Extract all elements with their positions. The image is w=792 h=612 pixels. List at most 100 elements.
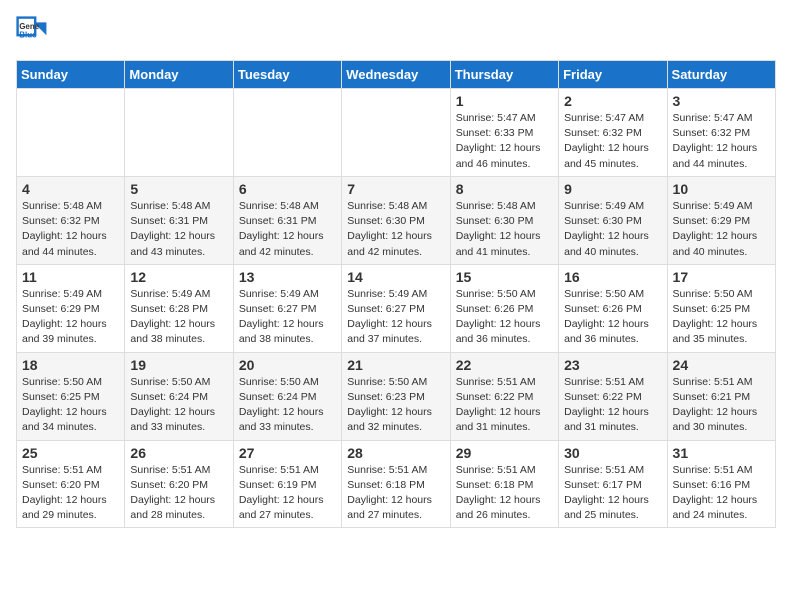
day-info: Sunrise: 5:50 AM Sunset: 6:26 PM Dayligh… [456,287,553,348]
calendar-week-row: 11 Sunrise: 5:49 AM Sunset: 6:29 PM Dayli… [17,264,776,352]
day-info: Sunrise: 5:51 AM Sunset: 6:18 PM Dayligh… [456,463,553,524]
col-header-friday: Friday [559,61,667,89]
day-info: Sunrise: 5:50 AM Sunset: 6:24 PM Dayligh… [239,375,336,436]
day-number: 29 [456,445,553,461]
day-info: Sunrise: 5:51 AM Sunset: 6:17 PM Dayligh… [564,463,661,524]
col-header-wednesday: Wednesday [342,61,450,89]
calendar-cell: 26 Sunrise: 5:51 AM Sunset: 6:20 PM Dayli… [125,440,233,528]
calendar-cell: 11 Sunrise: 5:49 AM Sunset: 6:29 PM Dayli… [17,264,125,352]
day-number: 6 [239,181,336,197]
calendar-cell: 8 Sunrise: 5:48 AM Sunset: 6:30 PM Daylig… [450,176,558,264]
col-header-saturday: Saturday [667,61,775,89]
svg-text:Blue: Blue [19,31,37,40]
page-header: Gene Blue [16,16,776,48]
day-number: 5 [130,181,227,197]
day-number: 8 [456,181,553,197]
day-number: 25 [22,445,119,461]
day-info: Sunrise: 5:47 AM Sunset: 6:32 PM Dayligh… [673,111,770,172]
day-number: 27 [239,445,336,461]
logo: Gene Blue [16,16,52,48]
calendar-cell [125,89,233,177]
calendar-cell: 31Sunrise: 5:51 AM Sunset: 6:16 PM Dayli… [667,440,775,528]
day-info: Sunrise: 5:50 AM Sunset: 6:26 PM Dayligh… [564,287,661,348]
day-info: Sunrise: 5:49 AM Sunset: 6:27 PM Dayligh… [239,287,336,348]
day-number: 18 [22,357,119,373]
calendar-cell: 27 Sunrise: 5:51 AM Sunset: 6:19 PM Dayli… [233,440,341,528]
calendar-cell: 17 Sunrise: 5:50 AM Sunset: 6:25 PM Dayli… [667,264,775,352]
day-info: Sunrise: 5:51 AM Sunset: 6:22 PM Dayligh… [456,375,553,436]
day-info: Sunrise: 5:51 AM Sunset: 6:20 PM Dayligh… [130,463,227,524]
day-number: 23 [564,357,661,373]
day-info: Sunrise: 5:51 AM Sunset: 6:21 PM Dayligh… [673,375,770,436]
day-number: 19 [130,357,227,373]
calendar-cell: 3 Sunrise: 5:47 AM Sunset: 6:32 PM Daylig… [667,89,775,177]
day-info: Sunrise: 5:48 AM Sunset: 6:32 PM Dayligh… [22,199,119,260]
day-number: 1 [456,93,553,109]
calendar-week-row: 1 Sunrise: 5:47 AM Sunset: 6:33 PM Daylig… [17,89,776,177]
calendar-cell [17,89,125,177]
calendar-cell: 1 Sunrise: 5:47 AM Sunset: 6:33 PM Daylig… [450,89,558,177]
day-number: 10 [673,181,770,197]
calendar-cell: 25 Sunrise: 5:51 AM Sunset: 6:20 PM Dayli… [17,440,125,528]
calendar-cell: 19 Sunrise: 5:50 AM Sunset: 6:24 PM Dayli… [125,352,233,440]
calendar-cell: 12Sunrise: 5:49 AM Sunset: 6:28 PM Dayli… [125,264,233,352]
logo-icon: Gene Blue [16,16,48,48]
day-info: Sunrise: 5:51 AM Sunset: 6:22 PM Dayligh… [564,375,661,436]
calendar-cell: 20 Sunrise: 5:50 AM Sunset: 6:24 PM Dayli… [233,352,341,440]
calendar-cell: 15 Sunrise: 5:50 AM Sunset: 6:26 PM Dayli… [450,264,558,352]
calendar-week-row: 25 Sunrise: 5:51 AM Sunset: 6:20 PM Dayli… [17,440,776,528]
day-number: 21 [347,357,444,373]
calendar-cell: 28Sunrise: 5:51 AM Sunset: 6:18 PM Dayli… [342,440,450,528]
calendar-cell [233,89,341,177]
day-number: 26 [130,445,227,461]
day-info: Sunrise: 5:51 AM Sunset: 6:20 PM Dayligh… [22,463,119,524]
day-info: Sunrise: 5:48 AM Sunset: 6:31 PM Dayligh… [239,199,336,260]
calendar-header-row: SundayMondayTuesdayWednesdayThursdayFrid… [17,61,776,89]
day-number: 30 [564,445,661,461]
col-header-sunday: Sunday [17,61,125,89]
day-info: Sunrise: 5:48 AM Sunset: 6:30 PM Dayligh… [347,199,444,260]
col-header-thursday: Thursday [450,61,558,89]
day-number: 11 [22,269,119,285]
day-info: Sunrise: 5:48 AM Sunset: 6:30 PM Dayligh… [456,199,553,260]
day-number: 7 [347,181,444,197]
day-number: 15 [456,269,553,285]
calendar-cell: 7 Sunrise: 5:48 AM Sunset: 6:30 PM Daylig… [342,176,450,264]
calendar-cell: 22 Sunrise: 5:51 AM Sunset: 6:22 PM Dayli… [450,352,558,440]
day-info: Sunrise: 5:49 AM Sunset: 6:29 PM Dayligh… [22,287,119,348]
day-info: Sunrise: 5:49 AM Sunset: 6:27 PM Dayligh… [347,287,444,348]
day-number: 13 [239,269,336,285]
day-number: 22 [456,357,553,373]
day-info: Sunrise: 5:48 AM Sunset: 6:31 PM Dayligh… [130,199,227,260]
day-number: 14 [347,269,444,285]
calendar-cell: 16 Sunrise: 5:50 AM Sunset: 6:26 PM Dayli… [559,264,667,352]
day-number: 2 [564,93,661,109]
day-info: Sunrise: 5:49 AM Sunset: 6:29 PM Dayligh… [673,199,770,260]
calendar-cell: 30 Sunrise: 5:51 AM Sunset: 6:17 PM Dayli… [559,440,667,528]
calendar-cell: 21Sunrise: 5:50 AM Sunset: 6:23 PM Dayli… [342,352,450,440]
calendar-cell: 18Sunrise: 5:50 AM Sunset: 6:25 PM Dayli… [17,352,125,440]
day-info: Sunrise: 5:51 AM Sunset: 6:18 PM Dayligh… [347,463,444,524]
calendar-cell: 10 Sunrise: 5:49 AM Sunset: 6:29 PM Dayli… [667,176,775,264]
day-number: 12 [130,269,227,285]
day-info: Sunrise: 5:50 AM Sunset: 6:24 PM Dayligh… [130,375,227,436]
calendar-cell: 23 Sunrise: 5:51 AM Sunset: 6:22 PM Dayli… [559,352,667,440]
day-info: Sunrise: 5:51 AM Sunset: 6:19 PM Dayligh… [239,463,336,524]
day-number: 20 [239,357,336,373]
col-header-tuesday: Tuesday [233,61,341,89]
day-info: Sunrise: 5:47 AM Sunset: 6:33 PM Dayligh… [456,111,553,172]
day-number: 3 [673,93,770,109]
day-info: Sunrise: 5:50 AM Sunset: 6:25 PM Dayligh… [673,287,770,348]
calendar-table: SundayMondayTuesdayWednesdayThursdayFrid… [16,60,776,528]
day-number: 17 [673,269,770,285]
svg-text:Gene: Gene [19,22,40,31]
calendar-cell [342,89,450,177]
day-number: 31 [673,445,770,461]
calendar-cell: 13 Sunrise: 5:49 AM Sunset: 6:27 PM Dayli… [233,264,341,352]
col-header-monday: Monday [125,61,233,89]
day-info: Sunrise: 5:49 AM Sunset: 6:30 PM Dayligh… [564,199,661,260]
day-number: 16 [564,269,661,285]
calendar-week-row: 18Sunrise: 5:50 AM Sunset: 6:25 PM Dayli… [17,352,776,440]
day-number: 9 [564,181,661,197]
calendar-cell: 5 Sunrise: 5:48 AM Sunset: 6:31 PM Daylig… [125,176,233,264]
